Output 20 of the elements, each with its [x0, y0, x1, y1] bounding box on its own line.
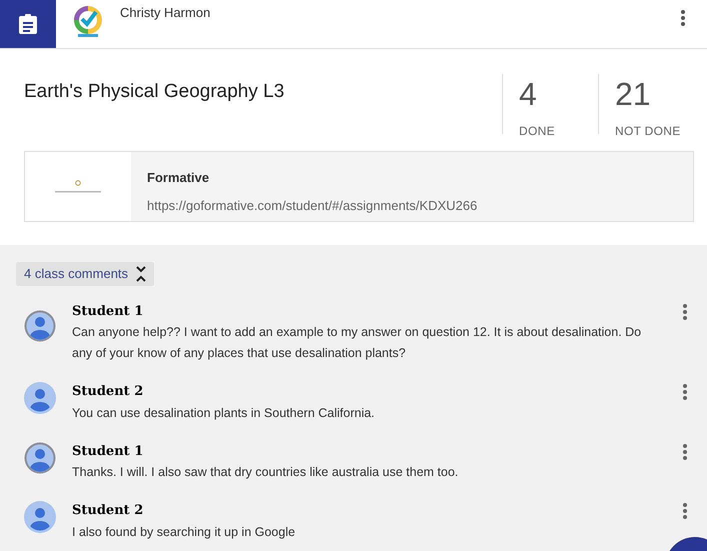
- comment-author: Student 1: [72, 442, 144, 460]
- stat-count: 21: [615, 78, 652, 110]
- comment-text: I also found by searching it up in Google: [72, 524, 296, 541]
- user-name: Christy Harmon: [120, 4, 210, 22]
- clipboard-icon: [19, 14, 37, 34]
- comment-author: Student 1: [72, 302, 144, 320]
- stat-count: 4: [519, 78, 538, 110]
- class-comments-toggle[interactable]: 4 class comments: [16, 262, 154, 286]
- comment-text: You can use desalination plants in Southern California.: [72, 404, 376, 422]
- stat-label: NOT DONE: [615, 123, 682, 140]
- logo-icon: [72, 5, 104, 39]
- attachment-title[interactable]: Formative: [147, 168, 677, 188]
- attachment-url[interactable]: https://goformative.com/student/#/assignments/KDXU266: [147, 196, 677, 215]
- comment-text: Thanks. I will. I also saw that dry countries like australia use them too.: [72, 464, 460, 481]
- comment-text: Can anyone help?? I want to add an example to my answer on question 12. It is about desalination. Do any of your know of any places that use desalination plants?: [72, 324, 642, 362]
- comment-author: Student 2: [72, 502, 144, 520]
- stat-label: DONE: [519, 123, 556, 140]
- comment-author: Student 2: [72, 383, 144, 401]
- assignment-title: Earth's Physical Geography L3: [24, 80, 286, 104]
- thumbnail-drawing: [55, 180, 101, 194]
